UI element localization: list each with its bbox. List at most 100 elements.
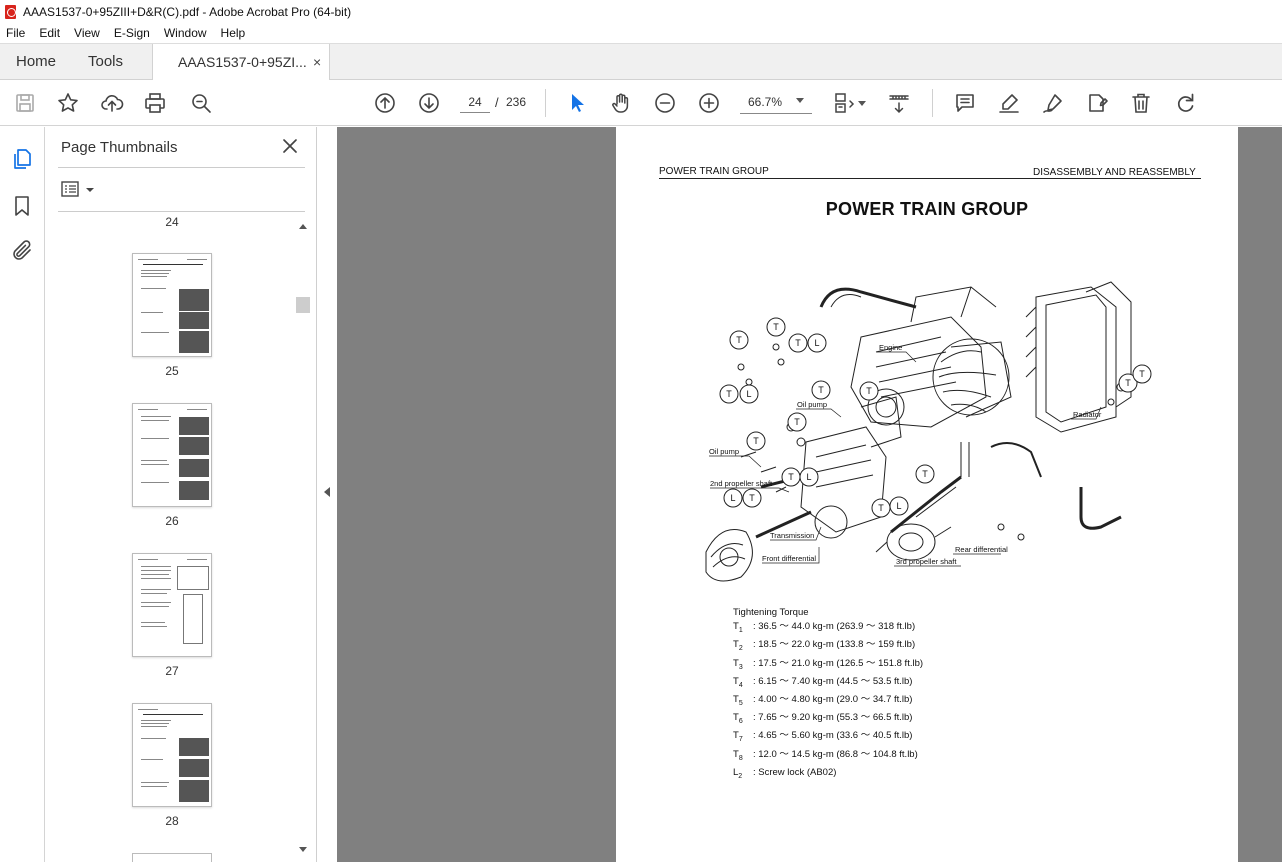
thumbnail-page-number: 28 — [165, 814, 179, 828]
hand-tool-icon[interactable] — [609, 91, 633, 115]
callout-2nd-propeller-shaft: 2nd propeller shaft — [710, 479, 773, 488]
page-display-icon[interactable] — [832, 91, 856, 115]
window-title: AAAS1537-0+95ZIII+D&R(C).pdf - Adobe Acr… — [23, 4, 352, 19]
acrobat-pdf-icon — [5, 4, 16, 19]
callout-transmission: Transmission — [770, 531, 814, 540]
svg-text:T: T — [878, 503, 884, 513]
collapse-left-arrow-icon[interactable] — [324, 487, 330, 497]
thumbnail-page-number: 27 — [165, 664, 179, 678]
page-number-input[interactable] — [460, 91, 490, 113]
torque-row: T2: 18.5 ～ 22.0 kg-m (133.8 ～ 159 ft.lb) — [733, 639, 916, 653]
menu-window[interactable]: Window — [164, 26, 207, 40]
svg-text:T: T — [736, 335, 742, 345]
scroll-up-arrow-icon[interactable] — [299, 224, 307, 229]
zoom-level-dropdown[interactable]: 66.7% — [740, 92, 812, 114]
svg-text:L: L — [730, 493, 735, 503]
zoom-search-icon[interactable] — [189, 91, 213, 115]
menu-file[interactable]: File — [6, 26, 25, 40]
highlight-pen-icon[interactable] — [997, 91, 1021, 115]
toolbar-divider — [932, 89, 933, 117]
tab-home[interactable]: Home — [16, 44, 56, 80]
document-canvas[interactable]: POWER TRAIN GROUP DISASSEMBLY AND REASSE… — [337, 127, 1282, 862]
svg-text:T: T — [922, 469, 928, 479]
menu-edit[interactable]: Edit — [39, 26, 60, 40]
page-thumbnail-25[interactable] — [132, 253, 212, 357]
close-tab-icon[interactable]: × — [313, 44, 321, 80]
callout-oil-pump-upper: Oil pump — [797, 400, 827, 409]
callout-3rd-propeller-shaft: 3rd propeller shaft — [896, 557, 957, 566]
page-separator: / — [495, 95, 499, 110]
header-rule — [659, 178, 1201, 179]
svg-text:L: L — [896, 501, 901, 511]
panel-divider — [58, 167, 305, 168]
torque-row: L2: Screw lock (AB02) — [733, 766, 837, 780]
zoom-out-icon[interactable] — [653, 91, 677, 115]
torque-row: T1: 36.5 ～ 44.0 kg-m (263.9 ～ 318 ft.lb) — [733, 621, 916, 635]
title-bar: AAAS1537-0+95ZIII+D&R(C).pdf - Adobe Acr… — [0, 0, 1282, 23]
page-heading: POWER TRAIN GROUP — [825, 199, 1029, 219]
callout-engine: Engine — [879, 343, 902, 352]
menu-esign[interactable]: E-Sign — [114, 26, 150, 40]
rotate-redo-icon[interactable] — [1173, 91, 1197, 115]
bookmark-icon[interactable] — [10, 194, 34, 218]
torque-title: Tightening Torque — [733, 607, 809, 618]
delete-trash-icon[interactable] — [1129, 91, 1153, 115]
menu-bar: File Edit View E-Sign Window Help — [0, 23, 1282, 43]
comment-icon[interactable] — [953, 91, 977, 115]
scroll-mode-icon[interactable] — [887, 91, 911, 115]
page-thumbnail-26[interactable] — [132, 403, 212, 507]
tab-document-label: AAAS1537-0+95ZI... — [178, 54, 307, 70]
print-icon[interactable] — [143, 91, 167, 115]
thumbnail-page-number: 25 — [165, 364, 179, 378]
thumbnail-scrollbar[interactable] — [296, 221, 310, 857]
previous-page-icon[interactable] — [373, 91, 397, 115]
select-cursor-icon[interactable] — [565, 91, 589, 115]
tab-bar: Home Tools AAAS1537-0+95ZI... × — [0, 43, 1282, 81]
cloud-upload-icon[interactable] — [100, 91, 124, 115]
save-icon[interactable] — [13, 91, 37, 115]
callout-rear-differential: Rear differential — [955, 545, 1008, 554]
page-thumbnails-icon[interactable] — [10, 147, 34, 171]
tab-document[interactable]: AAAS1537-0+95ZI... × — [152, 44, 330, 81]
page-thumbnail-28[interactable] — [132, 703, 212, 807]
zoom-in-icon[interactable] — [697, 91, 721, 115]
zoom-level-value: 66.7% — [748, 95, 783, 109]
svg-text:L: L — [806, 472, 811, 482]
page-thumbnail-27[interactable] — [132, 553, 212, 657]
thumbnail-page-number: 26 — [165, 514, 179, 528]
chevron-down-icon — [796, 98, 804, 103]
page-display-chevron-icon[interactable] — [858, 101, 866, 106]
star-bookmark-icon[interactable] — [56, 91, 80, 115]
callout-oil-pump-lower: Oil pump — [709, 447, 739, 456]
torque-row: T3: 17.5 ～ 21.0 kg-m (126.5 ～ 151.8 ft.l… — [733, 657, 924, 671]
page-thumbnail-29[interactable] — [132, 853, 212, 862]
panel-divider — [58, 211, 305, 212]
torque-row: T7: 4.65 ～ 5.60 kg-m (33.6 ～ 40.5 ft.lb) — [733, 730, 913, 744]
main-toolbar: / 236 66.7% — [0, 80, 1282, 126]
tab-tools[interactable]: Tools — [88, 44, 123, 80]
draw-sign-icon[interactable] — [1041, 91, 1065, 115]
attachment-paperclip-icon[interactable] — [10, 239, 34, 263]
menu-view[interactable]: View — [74, 26, 100, 40]
menu-help[interactable]: Help — [221, 26, 246, 40]
document-page: POWER TRAIN GROUP DISASSEMBLY AND REASSE… — [616, 127, 1238, 862]
svg-text:T: T — [788, 472, 794, 482]
svg-text:T: T — [1125, 378, 1131, 388]
thumbnail-options-button[interactable] — [61, 180, 97, 200]
scroll-down-arrow-icon[interactable] — [299, 847, 307, 852]
scrollbar-thumb[interactable] — [296, 297, 310, 313]
svg-text:T: T — [866, 386, 872, 396]
close-panel-icon[interactable] — [281, 137, 299, 155]
torque-row: T8: 12.0 ～ 14.5 kg-m (86.8 ～ 104.8 ft.lb… — [733, 748, 918, 762]
left-navigation-rail — [0, 127, 45, 862]
svg-text:T: T — [726, 389, 732, 399]
panel-title: Page Thumbnails — [61, 139, 178, 156]
panel-collapse-handle[interactable] — [318, 127, 337, 862]
fill-sign-icon[interactable] — [1085, 91, 1109, 115]
page-thumbnails-panel: Page Thumbnails 24 25 26 27 28 — [45, 127, 317, 862]
power-train-exploded-diagram: TTT L T TT L TTT L L TTT LTT Engine Oil pump … — [705, 281, 1152, 582]
callout-front-differential: Front differential — [762, 554, 816, 563]
next-page-icon[interactable] — [417, 91, 441, 115]
torque-row: T5: 4.00 ～ 4.80 kg-m (29.0 ～ 34.7 ft.lb) — [733, 694, 913, 707]
page-header-left: POWER TRAIN GROUP — [659, 166, 769, 177]
